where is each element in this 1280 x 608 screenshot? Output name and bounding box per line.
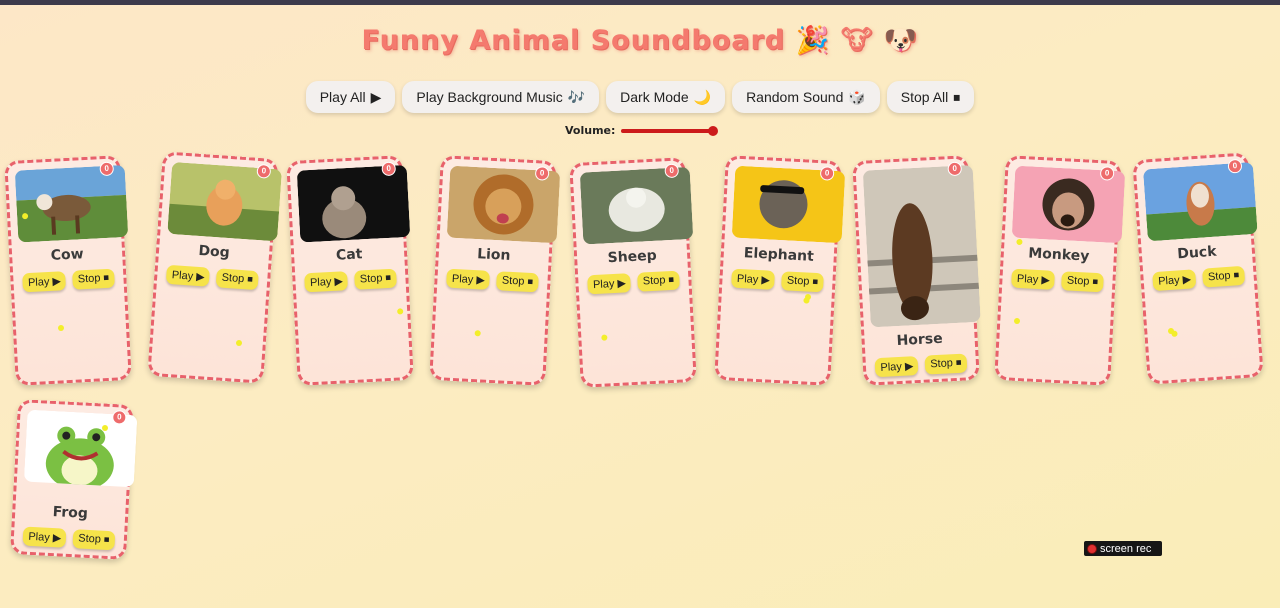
play-button[interactable]: Play ▶ [304, 271, 349, 293]
sparkle [805, 294, 811, 300]
music-notes-icon: 🎶 [567, 88, 586, 105]
cat-photo [296, 164, 411, 243]
volume-label: Volume: [565, 124, 616, 137]
window-top-bar [0, 0, 1280, 5]
dice-icon: 🎲 [848, 88, 866, 105]
play-button[interactable]: Play ▶ [22, 526, 67, 548]
stop-button[interactable]: Stop ⏹ [72, 268, 115, 290]
screen-recorder-watermark: screen rec [1084, 541, 1162, 556]
play-background-music-button[interactable]: Play Background Music 🎶 [402, 81, 600, 113]
animal-card-sheep[interactable]: 0 Sheep Play ▶ Stop ⏹ [569, 157, 697, 388]
animal-card-elephant[interactable]: 0 Elephant Play ▶ Stop ⏹ [714, 155, 846, 386]
moon-icon: 🌙 [693, 88, 712, 105]
volume-slider[interactable] [621, 125, 719, 136]
volume-thumb[interactable] [708, 125, 719, 136]
play-background-music-label: Play Background Music [416, 89, 563, 105]
dark-mode-button[interactable]: Dark Mode 🌙 [606, 81, 726, 113]
animal-name: Sheep [607, 247, 658, 267]
sparkle [601, 334, 608, 341]
play-button[interactable]: Play ▶ [22, 271, 67, 293]
sparkle [236, 340, 242, 346]
animal-card-monkey[interactable]: 0 Monkey Play ▶ Stop ⏹ [994, 155, 1126, 386]
page-title: Funny Animal Soundboard 🎉 🐮 🐶 [361, 25, 919, 56]
play-button[interactable]: Play ▶ [1152, 269, 1197, 292]
animal-name: Frog [52, 504, 89, 522]
stop-button[interactable]: Stop ⏹ [72, 529, 115, 551]
dark-mode-label: Dark Mode [620, 89, 689, 105]
volume-control: Volume: [565, 124, 719, 137]
play-button[interactable]: Play ▶ [731, 268, 776, 290]
animal-name: Monkey [1027, 245, 1090, 265]
animal-name: Duck [1176, 243, 1218, 263]
animal-card-lion[interactable]: 0 Lion Play ▶ Stop ⏹ [429, 155, 561, 386]
play-all-label: Play All [319, 89, 366, 105]
play-button[interactable]: Play ▶ [1011, 268, 1056, 290]
stop-button[interactable]: Stop ⏹ [924, 353, 967, 375]
duck-photo [1142, 161, 1258, 242]
horse-photo [862, 164, 981, 328]
stop-all-button[interactable]: Stop All ⏹ [886, 81, 975, 113]
sheep-photo [579, 166, 694, 245]
play-button[interactable]: Play ▶ [446, 268, 491, 290]
play-all-button[interactable]: Play All ▶ [305, 81, 396, 113]
sparkle [1168, 328, 1174, 334]
random-sound-button[interactable]: Random Sound 🎲 [732, 81, 880, 113]
animal-name: Horse [896, 330, 944, 350]
play-button[interactable]: Play ▶ [874, 356, 919, 378]
play-button[interactable]: Play ▶ [587, 273, 632, 295]
stop-button[interactable]: Stop ⏹ [1202, 265, 1245, 288]
animal-card-duck[interactable]: 0 Duck Play ▶ Stop ⏹ [1132, 152, 1264, 385]
volume-track [621, 128, 714, 133]
sparkle [397, 308, 404, 315]
animal-card-cow[interactable]: 0 Cow Play ▶ Stop ⏹ [4, 155, 132, 386]
stop-button[interactable]: Stop ⏹ [1061, 271, 1104, 293]
animal-name: Elephant [743, 245, 815, 265]
sparkle [1014, 318, 1020, 324]
animal-name: Cow [50, 246, 84, 264]
animal-name: Dog [197, 242, 231, 262]
animal-card-cat[interactable]: 0 Cat Play ▶ Stop ⏹ [286, 155, 414, 386]
sparkle [102, 425, 108, 431]
sparkle [474, 330, 481, 337]
random-sound-label: Random Sound [746, 89, 844, 105]
watermark-text: screen rec [1100, 542, 1152, 555]
animal-name: Lion [476, 246, 511, 264]
record-icon [1088, 544, 1096, 553]
play-button[interactable]: Play ▶ [166, 264, 211, 287]
stop-button[interactable]: Stop ⏹ [354, 268, 397, 290]
animal-name: Cat [335, 246, 363, 264]
animal-card-horse[interactable]: 0 Horse Play ▶ Stop ⏹ [852, 155, 981, 386]
stop-button[interactable]: Stop ⏹ [215, 268, 259, 291]
stop-all-label: Stop All [900, 89, 949, 105]
sparkle [58, 325, 64, 331]
animal-card-dog[interactable]: 0 Dog Play ▶ Stop ⏹ [147, 151, 282, 384]
control-bar: Play All ▶ Play Background Music 🎶 Dark Mo… [0, 81, 1280, 113]
stop-button[interactable]: Stop ⏹ [781, 271, 824, 293]
stop-icon: ⏹ [953, 88, 961, 105]
play-icon: ▶ [370, 88, 382, 105]
stop-button[interactable]: Stop ⏹ [496, 271, 539, 293]
animal-card-frog[interactable]: 0 Frog Play ▶ Stop ⏹ [10, 399, 138, 560]
cow-photo [14, 164, 129, 243]
stop-button[interactable]: Stop ⏹ [637, 270, 680, 292]
